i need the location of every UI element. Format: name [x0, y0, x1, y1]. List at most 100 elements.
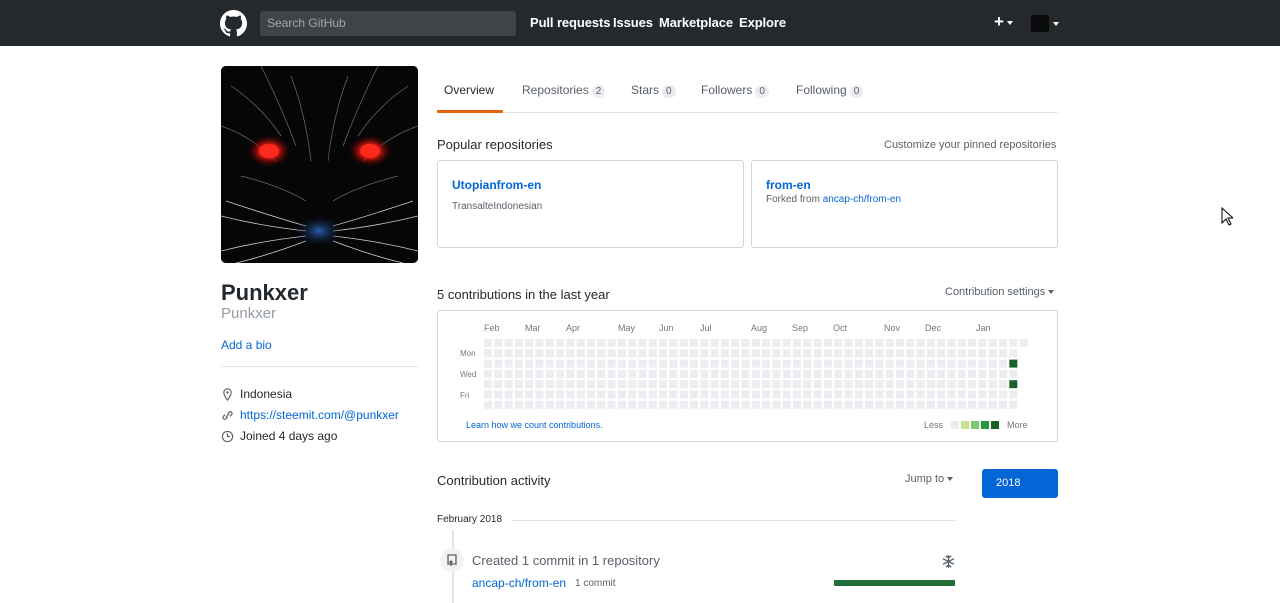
contribution-day[interactable] [803, 400, 812, 409]
contribution-day[interactable] [813, 390, 822, 399]
contribution-day[interactable] [854, 400, 863, 409]
contribution-day[interactable] [720, 390, 729, 399]
contribution-day[interactable] [484, 359, 492, 368]
contribution-day[interactable] [700, 339, 709, 347]
contribution-day[interactable] [504, 339, 513, 347]
contribution-day[interactable] [751, 369, 760, 378]
contribution-day[interactable] [823, 390, 832, 399]
contribution-day[interactable] [957, 339, 966, 347]
contribution-day[interactable] [793, 349, 801, 358]
contribution-day[interactable] [823, 380, 832, 389]
contribution-day[interactable] [957, 349, 966, 358]
contribution-day[interactable] [504, 400, 513, 409]
contribution-day[interactable] [782, 339, 791, 347]
contribution-day[interactable] [813, 349, 822, 358]
contribution-day[interactable] [741, 400, 750, 409]
chevron-down-icon[interactable] [1053, 22, 1059, 26]
contribution-day[interactable] [823, 339, 832, 347]
contribution-day[interactable] [926, 369, 935, 378]
contribution-day[interactable] [566, 359, 575, 368]
contribution-day[interactable] [731, 339, 740, 347]
contribution-day[interactable] [628, 400, 637, 409]
contribution-day[interactable] [844, 390, 853, 399]
contribution-day[interactable] [700, 369, 709, 378]
contribution-day[interactable] [772, 359, 781, 368]
contribution-day[interactable] [865, 380, 874, 389]
contribution-day[interactable] [525, 400, 534, 409]
profile-avatar[interactable] [221, 66, 418, 263]
contribution-day[interactable] [1009, 369, 1018, 378]
contribution-day[interactable] [700, 390, 709, 399]
contribution-day[interactable] [669, 390, 678, 399]
contribution-day[interactable] [659, 369, 668, 378]
contribution-day[interactable] [710, 390, 719, 399]
contribution-day[interactable] [968, 390, 977, 399]
contribution-day[interactable] [679, 339, 688, 347]
contribution-day[interactable] [999, 369, 1007, 378]
contribution-day[interactable] [844, 380, 853, 389]
contribution-day[interactable] [803, 369, 812, 378]
contribution-day[interactable] [834, 369, 843, 378]
contribution-day[interactable] [659, 339, 668, 347]
contribution-day[interactable] [937, 400, 946, 409]
contribution-day[interactable] [823, 369, 832, 378]
contribution-day[interactable] [896, 349, 904, 358]
contribution-day[interactable] [597, 390, 606, 399]
contribution-day[interactable] [751, 400, 760, 409]
contribution-day[interactable] [1009, 359, 1018, 368]
contribution-day[interactable] [844, 400, 853, 409]
contribution-day[interactable] [865, 339, 874, 347]
contribution-day[interactable] [556, 380, 565, 389]
contribution-day[interactable] [731, 369, 740, 378]
contribution-day[interactable] [762, 349, 771, 358]
contribution-day[interactable] [968, 369, 977, 378]
contribution-day[interactable] [957, 400, 966, 409]
contribution-day[interactable] [875, 339, 884, 347]
contribution-day[interactable] [669, 349, 678, 358]
contribution-day[interactable] [978, 339, 987, 347]
contribution-day[interactable] [1009, 339, 1018, 347]
contribution-day[interactable] [525, 390, 534, 399]
contribution-day[interactable] [762, 390, 771, 399]
contribution-day[interactable] [617, 380, 626, 389]
contribution-day[interactable] [813, 369, 822, 378]
contribution-day[interactable] [854, 349, 863, 358]
contribution-day[interactable] [597, 349, 606, 358]
contribution-day[interactable] [566, 380, 575, 389]
contribution-day[interactable] [885, 380, 894, 389]
contribution-day[interactable] [545, 369, 554, 378]
contribution-day[interactable] [700, 349, 709, 358]
contribution-day[interactable] [597, 359, 606, 368]
contribution-day[interactable] [669, 359, 678, 368]
contribution-day[interactable] [545, 380, 554, 389]
contribution-day[interactable] [617, 369, 626, 378]
contribution-day[interactable] [926, 390, 935, 399]
contribution-day[interactable] [587, 339, 595, 347]
contribution-day[interactable] [926, 380, 935, 389]
contribution-day[interactable] [648, 359, 657, 368]
tab-overview[interactable]: Overview [444, 83, 494, 97]
contribution-day[interactable] [659, 400, 668, 409]
contribution-day[interactable] [628, 380, 637, 389]
contribution-day[interactable] [607, 380, 616, 389]
contribution-day[interactable] [576, 349, 585, 358]
contribution-day[interactable] [834, 390, 843, 399]
contribution-day[interactable] [916, 359, 925, 368]
contribution-day[interactable] [679, 359, 688, 368]
contribution-day[interactable] [720, 349, 729, 358]
contribution-day[interactable] [731, 380, 740, 389]
contribution-day[interactable] [587, 369, 595, 378]
contribution-day[interactable] [751, 390, 760, 399]
contribution-day[interactable] [834, 380, 843, 389]
contribution-day[interactable] [782, 400, 791, 409]
contribution-day[interactable] [906, 400, 915, 409]
github-logo-icon[interactable] [220, 10, 247, 37]
contribution-day[interactable] [947, 359, 956, 368]
contribution-day[interactable] [607, 339, 616, 347]
contribution-day[interactable] [556, 349, 565, 358]
contribution-day[interactable] [525, 349, 534, 358]
contribution-day[interactable] [865, 400, 874, 409]
contribution-day[interactable] [803, 380, 812, 389]
contribution-day[interactable] [988, 369, 997, 378]
contribution-day[interactable] [999, 359, 1007, 368]
